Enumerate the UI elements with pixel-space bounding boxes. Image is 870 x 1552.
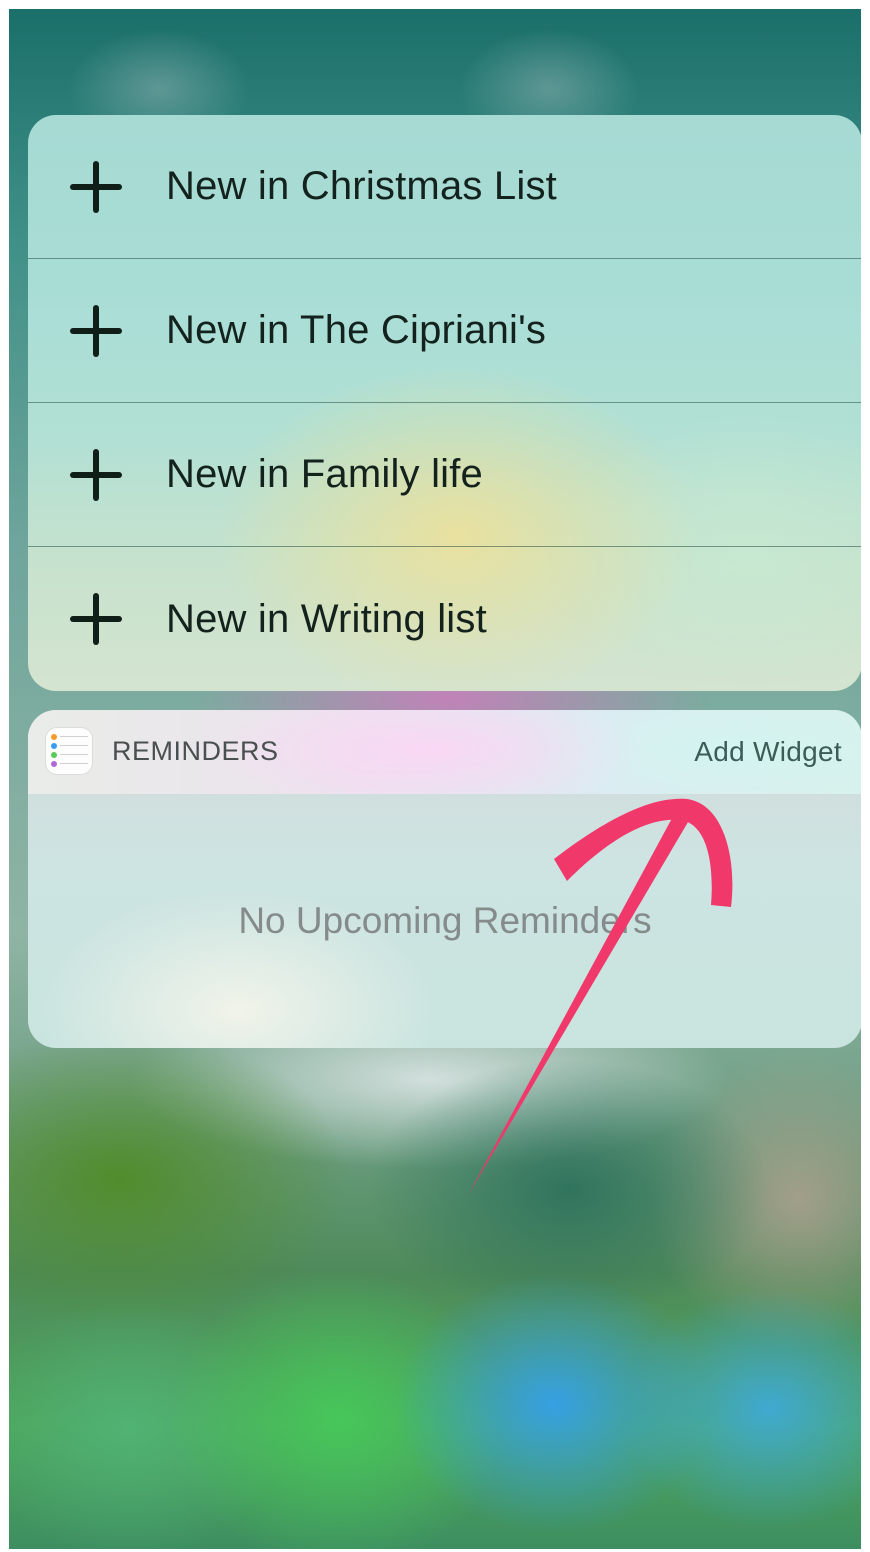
widget-title: REMINDERS [112,736,279,766]
quick-action-label: New in Family life [166,452,483,496]
home-screen-background: New in Christmas List New in The Ciprian… [9,9,861,1549]
plus-icon [70,160,122,213]
quick-action-label: New in Christmas List [166,164,557,208]
add-widget-button[interactable]: Add Widget [694,736,842,768]
quick-action-the-ciprianis[interactable]: New in The Cipriani's [28,259,861,403]
widget-header: REMINDERS Add Widget [28,710,861,794]
plus-icon [70,593,122,645]
quick-action-family-life[interactable]: New in Family life [28,403,861,547]
quick-action-christmas-list[interactable]: New in Christmas List [28,115,861,259]
reminders-widget: REMINDERS Add Widget No Upcoming Reminde… [28,710,861,1048]
plus-icon [70,304,122,357]
quick-action-label: New in Writing list [166,596,487,641]
empty-state-message: No Upcoming Reminders [238,900,652,941]
quick-action-label: New in The Cipriani's [166,308,547,352]
reminders-app-icon [46,728,92,774]
quick-actions-menu: New in Christmas List New in The Ciprian… [28,115,861,691]
quick-action-writing-list[interactable]: New in Writing list [28,547,861,691]
plus-icon [70,448,122,501]
